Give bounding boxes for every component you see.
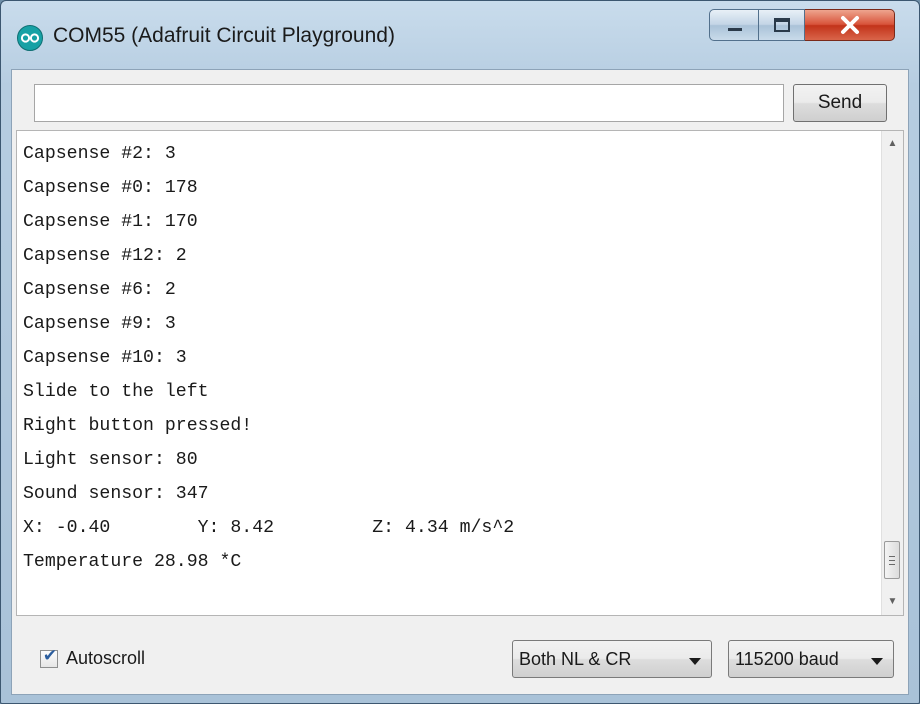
minimize-button[interactable] — [709, 9, 759, 41]
footer-bar: ✔ Autoscroll Both NL & CR 115200 baud — [12, 616, 908, 694]
send-button[interactable]: Send — [793, 84, 887, 122]
maximize-icon — [774, 18, 790, 32]
maximize-button[interactable] — [759, 9, 805, 41]
scroll-up-arrow-icon[interactable]: ▲ — [882, 133, 903, 155]
output-line: X: -0.40 Y: 8.42 Z: 4.34 m/s^2 — [23, 518, 515, 538]
line-ending-value: Both NL & CR — [519, 649, 632, 669]
chevron-down-icon — [871, 658, 883, 665]
output-line: Capsense #10: 3 — [23, 348, 187, 368]
output-line: Right button pressed! — [23, 416, 253, 436]
scroll-thumb[interactable] — [884, 541, 900, 579]
output-line: Capsense #6: 2 — [23, 280, 176, 300]
output-line: Sound sensor: 347 — [23, 484, 209, 504]
send-input[interactable] — [34, 84, 784, 122]
window-title: COM55 (Adafruit Circuit Playground) — [53, 24, 395, 47]
output-line: Capsense #2: 3 — [23, 144, 176, 164]
thumb-grip — [889, 560, 895, 561]
baud-rate-select[interactable]: 115200 baud — [728, 640, 894, 678]
autoscroll-label: Autoscroll — [66, 648, 146, 668]
output-line: Capsense #9: 3 — [23, 314, 176, 334]
vertical-scrollbar[interactable]: ▲ ▼ — [881, 131, 903, 615]
baud-rate-value: 115200 baud — [735, 649, 839, 669]
autoscroll-toggle[interactable]: ✔ Autoscroll — [40, 646, 146, 669]
output-line: Capsense #0: 178 — [23, 178, 198, 198]
output-line: Temperature 28.98 *C — [23, 552, 242, 572]
minimize-icon — [728, 28, 742, 31]
output-line: Capsense #1: 170 — [23, 212, 198, 232]
autoscroll-checkbox[interactable]: ✔ — [40, 646, 58, 668]
close-icon — [841, 16, 859, 34]
line-ending-select[interactable]: Both NL & CR — [512, 640, 712, 678]
scroll-down-arrow-icon[interactable]: ▼ — [882, 591, 903, 613]
output-lines: Capsense #2: 3 Capsense #0: 178 Capsense… — [23, 137, 514, 579]
checkmark-icon: ✔ — [42, 645, 58, 665]
client-area: Send Capsense #2: 3 Capsense #0: 178 Cap… — [11, 69, 909, 695]
output-line: Slide to the left — [23, 382, 209, 402]
output-line: Light sensor: 80 — [23, 450, 198, 470]
title-bar[interactable]: COM55 (Adafruit Circuit Playground) — [1, 1, 919, 69]
thumb-grip — [889, 556, 895, 557]
close-button[interactable] — [805, 9, 895, 41]
arduino-icon — [17, 25, 43, 51]
caption-buttons — [709, 9, 895, 43]
serial-output[interactable]: Capsense #2: 3 Capsense #0: 178 Capsense… — [16, 130, 904, 616]
chevron-down-icon — [689, 658, 701, 665]
output-line: Capsense #12: 2 — [23, 246, 187, 266]
thumb-grip — [889, 564, 895, 565]
serial-monitor-window: COM55 (Adafruit Circuit Playground) Send… — [0, 0, 920, 704]
